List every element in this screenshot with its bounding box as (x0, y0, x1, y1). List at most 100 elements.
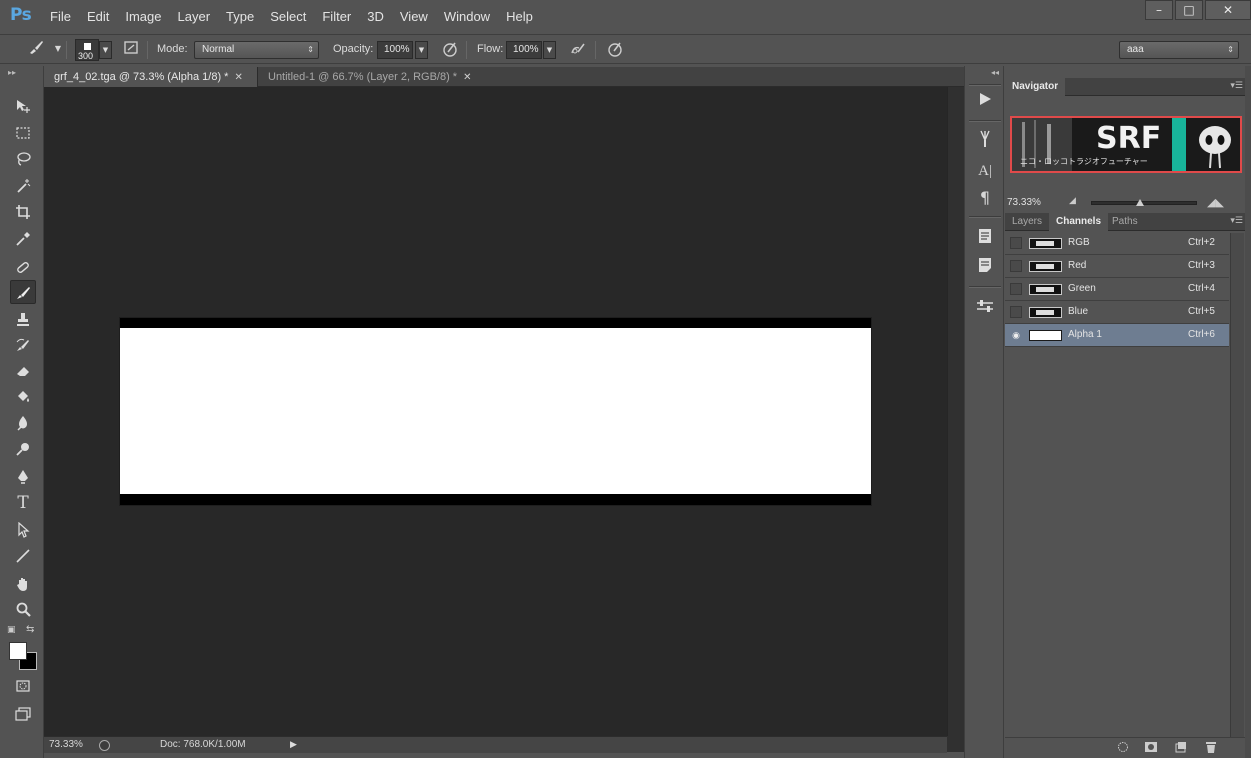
menu-file[interactable]: File (50, 9, 71, 24)
blur-icon[interactable] (10, 411, 36, 435)
document-image[interactable] (120, 318, 871, 505)
channels-scrollbar[interactable] (1230, 233, 1244, 738)
menu-select[interactable]: Select (270, 9, 306, 24)
visibility-toggle[interactable] (1010, 260, 1022, 272)
mode-select[interactable]: Normal ⇕ (194, 41, 319, 59)
pressure-opacity-icon[interactable] (440, 40, 460, 60)
brush-preset-dropdown-icon[interactable]: ▼ (48, 39, 68, 59)
quick-mask-icon[interactable] (10, 674, 36, 698)
status-info-icon[interactable] (99, 740, 110, 751)
menu-type[interactable]: Type (226, 9, 254, 24)
default-colors-icon[interactable]: ▣ (7, 625, 16, 635)
collapse-panel-icon[interactable]: ▸▸ (8, 68, 16, 77)
zoom-level[interactable]: 73.33% (49, 739, 83, 750)
foreground-color-swatch[interactable] (9, 642, 27, 660)
menu-layer[interactable]: Layer (178, 9, 211, 24)
tab-channels[interactable]: Channels (1049, 213, 1109, 231)
channel-row-alpha-1[interactable]: ◉ Alpha 1 Ctrl+6 (1005, 324, 1229, 347)
save-selection-icon[interactable] (1143, 741, 1159, 755)
clone-stamp-icon[interactable] (10, 307, 36, 331)
close-icon[interactable]: ✕ (463, 72, 471, 83)
brush-preset-icon[interactable] (26, 39, 46, 59)
eyedropper-icon[interactable] (10, 227, 36, 251)
notes-panel-icon[interactable] (973, 256, 997, 280)
tab-untitled-1[interactable]: Untitled-1 @ 66.7% (Layer 2, RGB/8) * ✕ (258, 67, 488, 87)
zoom-out-icon[interactable]: ◢ (1069, 196, 1076, 206)
menu-view[interactable]: View (400, 9, 428, 24)
brush-presets-icon[interactable] (973, 130, 997, 154)
menu-window[interactable]: Window (444, 9, 490, 24)
path-selection-icon[interactable] (10, 518, 36, 542)
hand-icon[interactable] (10, 572, 36, 596)
options-bar: ▼ 300 ▼ Mode: Normal ⇕ Opacity: 100% ▼ Fl… (0, 34, 1251, 64)
maximize-button[interactable]: □ (1175, 0, 1203, 20)
status-menu-arrow-icon[interactable]: ▶ (290, 740, 297, 750)
type-icon[interactable]: T (10, 491, 36, 515)
move-icon[interactable] (10, 94, 36, 118)
workspace-select[interactable]: aaa ⇕ (1119, 41, 1239, 59)
magic-wand-icon[interactable] (10, 174, 36, 198)
panel-menu-icon[interactable]: ▾☰ (1230, 81, 1243, 91)
menu-edit[interactable]: Edit (87, 9, 109, 24)
flow-input[interactable]: 100% (506, 41, 542, 59)
close-icon[interactable]: ✕ (234, 72, 242, 83)
eraser-icon[interactable] (10, 359, 36, 383)
channel-row-rgb[interactable]: RGB Ctrl+2 (1005, 232, 1229, 255)
eye-icon[interactable]: ◉ (1010, 329, 1022, 341)
navigator-zoom-value[interactable]: 73.33% (1007, 197, 1041, 208)
properties-panel-icon[interactable] (973, 297, 997, 321)
paint-bucket-icon[interactable] (10, 385, 36, 409)
trash-icon[interactable] (1203, 741, 1219, 755)
tab-navigator[interactable]: Navigator (1005, 78, 1066, 96)
character-panel-icon[interactable]: A| (973, 159, 997, 183)
menu-3d[interactable]: 3D (367, 9, 384, 24)
marquee-icon[interactable] (10, 121, 36, 145)
pen-icon[interactable] (10, 465, 36, 489)
tab-paths[interactable]: Paths (1105, 213, 1145, 231)
menu-help[interactable]: Help (506, 9, 533, 24)
visibility-toggle[interactable] (1010, 306, 1022, 318)
minimize-button[interactable]: – (1145, 0, 1173, 20)
crop-icon[interactable] (10, 200, 36, 224)
navigator-zoom-slider[interactable] (1091, 201, 1197, 205)
opacity-dropdown[interactable]: ▼ (415, 41, 428, 59)
healing-brush-icon[interactable] (10, 255, 36, 279)
tab-layers[interactable]: Layers (1005, 213, 1049, 231)
paragraph-panel-icon[interactable]: ¶ (973, 186, 997, 210)
channel-row-blue[interactable]: Blue Ctrl+5 (1005, 301, 1229, 324)
navigator-thumbnail[interactable]: SRF ニコ・ロッコトラジオフューチャー (1010, 116, 1242, 173)
expand-panels-icon[interactable]: ◂◂ (991, 68, 999, 77)
airbrush-icon[interactable] (568, 40, 588, 60)
dodge-icon[interactable] (10, 437, 36, 461)
screen-mode-icon[interactable] (10, 702, 36, 726)
menu-image[interactable]: Image (125, 9, 161, 24)
visibility-toggle[interactable] (1010, 283, 1022, 295)
line-icon[interactable] (10, 544, 36, 568)
swap-colors-icon[interactable]: ⇆ (26, 624, 34, 635)
zoom-in-icon[interactable]: ◢◣ (1207, 196, 1224, 209)
flow-dropdown[interactable]: ▼ (543, 41, 556, 59)
load-selection-icon[interactable] (1115, 741, 1131, 755)
history-brush-icon[interactable] (10, 333, 36, 357)
zoom-icon[interactable] (10, 598, 36, 622)
tab-grf-4-02[interactable]: grf_4_02.tga @ 73.3% (Alpha 1/8) * ✕ (44, 67, 258, 87)
visibility-toggle[interactable] (1010, 237, 1022, 249)
canvas-area[interactable] (44, 87, 947, 736)
brush-panel-toggle-icon[interactable] (121, 39, 141, 59)
lasso-icon[interactable] (10, 147, 36, 171)
opacity-input[interactable]: 100% (377, 41, 413, 59)
vertical-scrollbar[interactable] (947, 87, 964, 736)
brush-icon[interactable] (10, 280, 36, 304)
brush-size-dropdown[interactable]: ▼ (99, 41, 112, 59)
slider-knob[interactable] (1136, 199, 1144, 206)
pressure-size-icon[interactable] (605, 40, 625, 60)
panel-menu-icon[interactable]: ▾☰ (1230, 216, 1243, 226)
info-panel-icon[interactable] (973, 227, 997, 251)
menu-filter[interactable]: Filter (322, 9, 351, 24)
close-button[interactable]: ✕ (1205, 0, 1251, 20)
channel-row-green[interactable]: Green Ctrl+4 (1005, 278, 1229, 301)
channel-row-red[interactable]: Red Ctrl+3 (1005, 255, 1229, 278)
new-channel-icon[interactable] (1173, 741, 1189, 755)
brush-size-picker[interactable]: 300 (75, 39, 99, 61)
actions-play-icon[interactable] (973, 90, 997, 114)
